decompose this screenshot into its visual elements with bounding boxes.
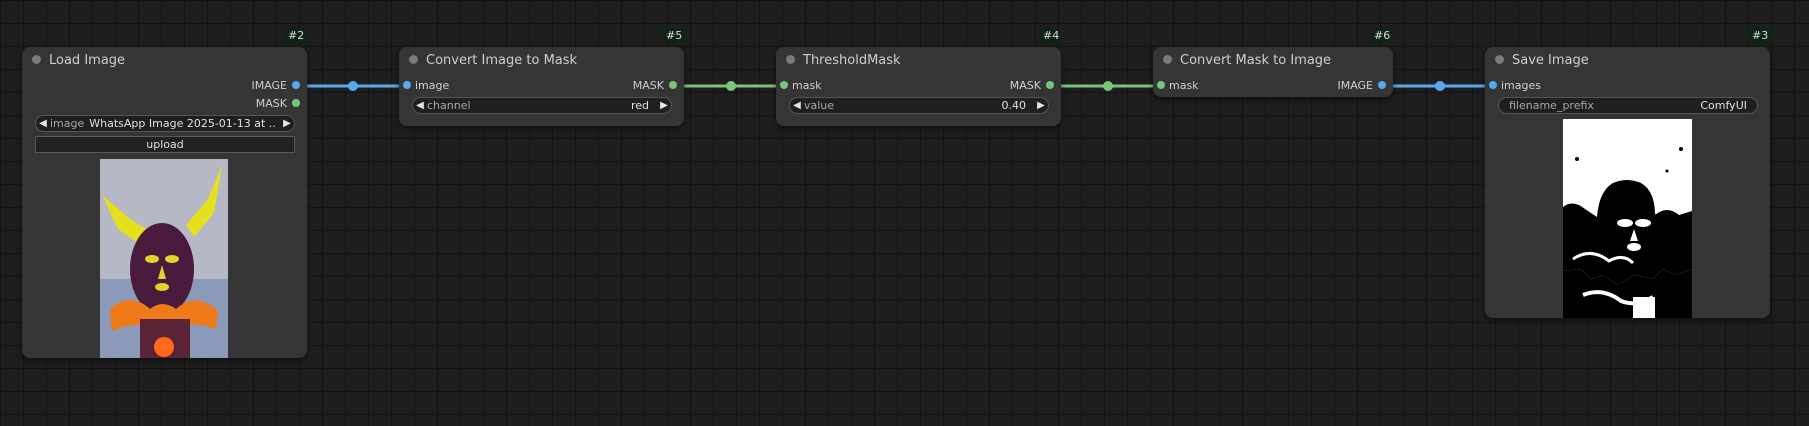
widget-label: image — [50, 117, 85, 130]
node-id-badge: #3 — [1748, 28, 1773, 43]
input-port-dot-icon[interactable] — [1157, 81, 1165, 89]
collapse-dot-icon[interactable] — [32, 55, 41, 64]
node-title: ThresholdMask — [803, 52, 901, 68]
upload-button[interactable]: upload — [35, 136, 295, 153]
output-mask-preview — [1563, 119, 1692, 318]
input-label: image — [415, 78, 450, 92]
node-id-badge: #5 — [662, 28, 687, 43]
arrow-right-icon[interactable]: ▶ — [280, 118, 294, 129]
arrow-left-icon[interactable]: ◀ — [36, 118, 50, 129]
filename-prefix-widget[interactable]: filename_prefix ComfyUI — [1498, 97, 1758, 114]
output-label: MASK — [632, 78, 664, 92]
collapse-dot-icon[interactable] — [786, 55, 795, 64]
collapse-dot-icon[interactable] — [1163, 55, 1172, 64]
link-mask-convert-to-threshold[interactable] — [677, 81, 785, 91]
collapse-dot-icon[interactable] — [1495, 55, 1504, 64]
input-label: images — [1501, 78, 1541, 92]
widget-label: channel — [427, 99, 471, 112]
node-id-badge: #4 — [1039, 28, 1064, 43]
node-id-badge: #2 — [284, 28, 309, 43]
input-mask-port[interactable]: mask — [780, 78, 822, 92]
input-image-preview — [100, 159, 228, 358]
link-mask-threshold-to-convert[interactable] — [1054, 81, 1162, 91]
widget-value: red — [630, 99, 649, 112]
link-image-load-to-convert[interactable] — [300, 81, 408, 91]
load-image-node[interactable]: Load Image IMAGE MASK ◀ image WhatsApp I… — [22, 47, 307, 358]
node-title: Load Image — [49, 52, 126, 68]
output-mask-port[interactable]: MASK — [1009, 78, 1054, 92]
node-id-badge: #6 — [1370, 28, 1395, 43]
convert-mask-to-image-node[interactable]: Convert Mask to Image mask IMAGE — [1153, 47, 1393, 97]
output-port-dot-icon[interactable] — [1046, 81, 1054, 89]
link-image-convert-to-save[interactable] — [1386, 81, 1494, 91]
arrow-right-icon[interactable]: ▶ — [657, 100, 671, 111]
node-title: Convert Image to Mask — [426, 52, 578, 68]
arrow-left-icon[interactable]: ◀ — [413, 100, 427, 111]
output-label: IMAGE — [1337, 78, 1373, 92]
output-image-port[interactable]: IMAGE — [1337, 78, 1386, 92]
widget-label: value — [804, 99, 835, 112]
node-title: Convert Mask to Image — [1180, 52, 1332, 68]
output-port-dot-icon[interactable] — [669, 81, 677, 89]
arrow-left-icon[interactable]: ◀ — [790, 100, 804, 111]
threshold-mask-node[interactable]: ThresholdMask mask MASK ◀ value 0.40 ▶ — [776, 47, 1061, 126]
output-port-dot-icon[interactable] — [1378, 81, 1386, 89]
widget-value: ComfyUI — [1700, 99, 1747, 112]
node-header[interactable]: Convert Image to Mask — [399, 47, 684, 73]
node-title: Save Image — [1512, 52, 1589, 68]
widget-value: 0.40 — [1001, 99, 1027, 112]
output-mask-port[interactable]: MASK — [632, 78, 677, 92]
convert-image-to-mask-node[interactable]: Convert Image to Mask image MASK ◀ chann… — [399, 47, 684, 126]
node-header[interactable]: Save Image — [1485, 47, 1770, 73]
channel-combo-widget[interactable]: ◀ channel red ▶ — [412, 97, 672, 114]
arrow-right-icon[interactable]: ▶ — [1034, 100, 1048, 111]
output-label: IMAGE — [251, 78, 287, 92]
input-label: mask — [792, 78, 822, 92]
output-mask-port[interactable]: MASK — [255, 96, 300, 110]
input-port-dot-icon[interactable] — [780, 81, 788, 89]
input-port-dot-icon[interactable] — [403, 81, 411, 89]
node-header[interactable]: Convert Mask to Image — [1153, 47, 1393, 73]
input-images-port[interactable]: images — [1489, 78, 1541, 92]
collapse-dot-icon[interactable] — [409, 55, 418, 64]
output-label: MASK — [255, 96, 287, 110]
output-label: MASK — [1009, 78, 1041, 92]
input-label: mask — [1169, 78, 1199, 92]
input-image-port[interactable]: image — [403, 78, 450, 92]
node-header[interactable]: ThresholdMask — [776, 47, 1061, 73]
save-image-node[interactable]: Save Image images filename_prefix ComfyU… — [1485, 47, 1770, 318]
output-port-dot-icon[interactable] — [292, 81, 300, 89]
input-port-dot-icon[interactable] — [1489, 81, 1497, 89]
image-combo-widget[interactable]: ◀ image WhatsApp Image 2025-01-13 at ...… — [35, 115, 295, 132]
node-header[interactable]: Load Image — [22, 47, 307, 73]
output-image-port[interactable]: IMAGE — [251, 78, 300, 92]
widget-label: filename_prefix — [1509, 99, 1594, 112]
input-mask-port[interactable]: mask — [1157, 78, 1199, 92]
output-port-dot-icon[interactable] — [292, 99, 300, 107]
widget-value: WhatsApp Image 2025-01-13 at ... — [89, 117, 276, 130]
value-number-widget[interactable]: ◀ value 0.40 ▶ — [789, 97, 1049, 114]
